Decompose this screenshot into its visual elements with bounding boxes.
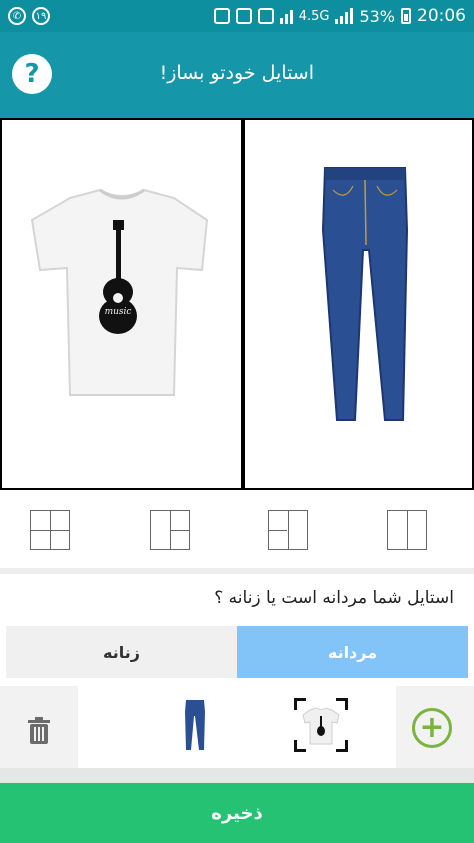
- status-bar: ✆ ۱۹ 4.5G 53% 20:06: [0, 0, 474, 32]
- alarm-icon: [235, 8, 252, 24]
- canvas-panel-right[interactable]: [245, 120, 472, 488]
- battery-icon: [401, 8, 411, 24]
- layout-grid-3-left-icon[interactable]: [268, 510, 308, 550]
- page-title: استایل خودتو بساز!: [159, 62, 314, 84]
- section-divider: [0, 568, 474, 574]
- clock: 20:06: [417, 6, 466, 26]
- svg-text:music: music: [105, 307, 132, 317]
- tshirt-image: music: [30, 188, 209, 396]
- add-item-button[interactable]: +: [412, 708, 452, 748]
- layout-selector: [0, 490, 474, 568]
- app-bar: ? استایل خودتو بساز!: [0, 32, 474, 118]
- notification-count-badge: ۱۹: [32, 7, 50, 25]
- canvas-panel-left[interactable]: music: [2, 120, 241, 488]
- help-button[interactable]: ?: [12, 54, 52, 94]
- layout-grid-3-right-icon[interactable]: [150, 510, 190, 550]
- style-canvas: music: [0, 118, 474, 490]
- jeans-image: [321, 167, 409, 421]
- selected-items-tray: +: [0, 686, 474, 768]
- gender-question: استایل شما مردانه است یا زنانه ؟: [214, 588, 454, 608]
- trash-icon[interactable]: [22, 714, 56, 748]
- signal-strength-icon: [335, 8, 354, 24]
- gender-toggle: زنانه مردانه: [6, 626, 468, 678]
- phone-icon: [257, 8, 274, 24]
- whatsapp-icon: ✆: [8, 7, 26, 25]
- bottom-spacer: [0, 768, 474, 783]
- tray-items: [78, 686, 396, 768]
- layout-grid-4-icon[interactable]: [30, 510, 70, 550]
- battery-percent: 53%: [359, 6, 395, 26]
- save-button[interactable]: ذخیره: [0, 783, 474, 843]
- tray-item-jeans[interactable]: [168, 698, 222, 752]
- female-option[interactable]: زنانه: [6, 626, 237, 678]
- tray-item-tshirt[interactable]: [294, 698, 348, 752]
- male-option[interactable]: مردانه: [237, 626, 468, 678]
- layout-grid-2-icon[interactable]: [387, 510, 427, 550]
- network-type: 4.5G: [298, 8, 330, 24]
- app-notification-icon: [213, 8, 230, 24]
- signal-icon: [279, 8, 293, 24]
